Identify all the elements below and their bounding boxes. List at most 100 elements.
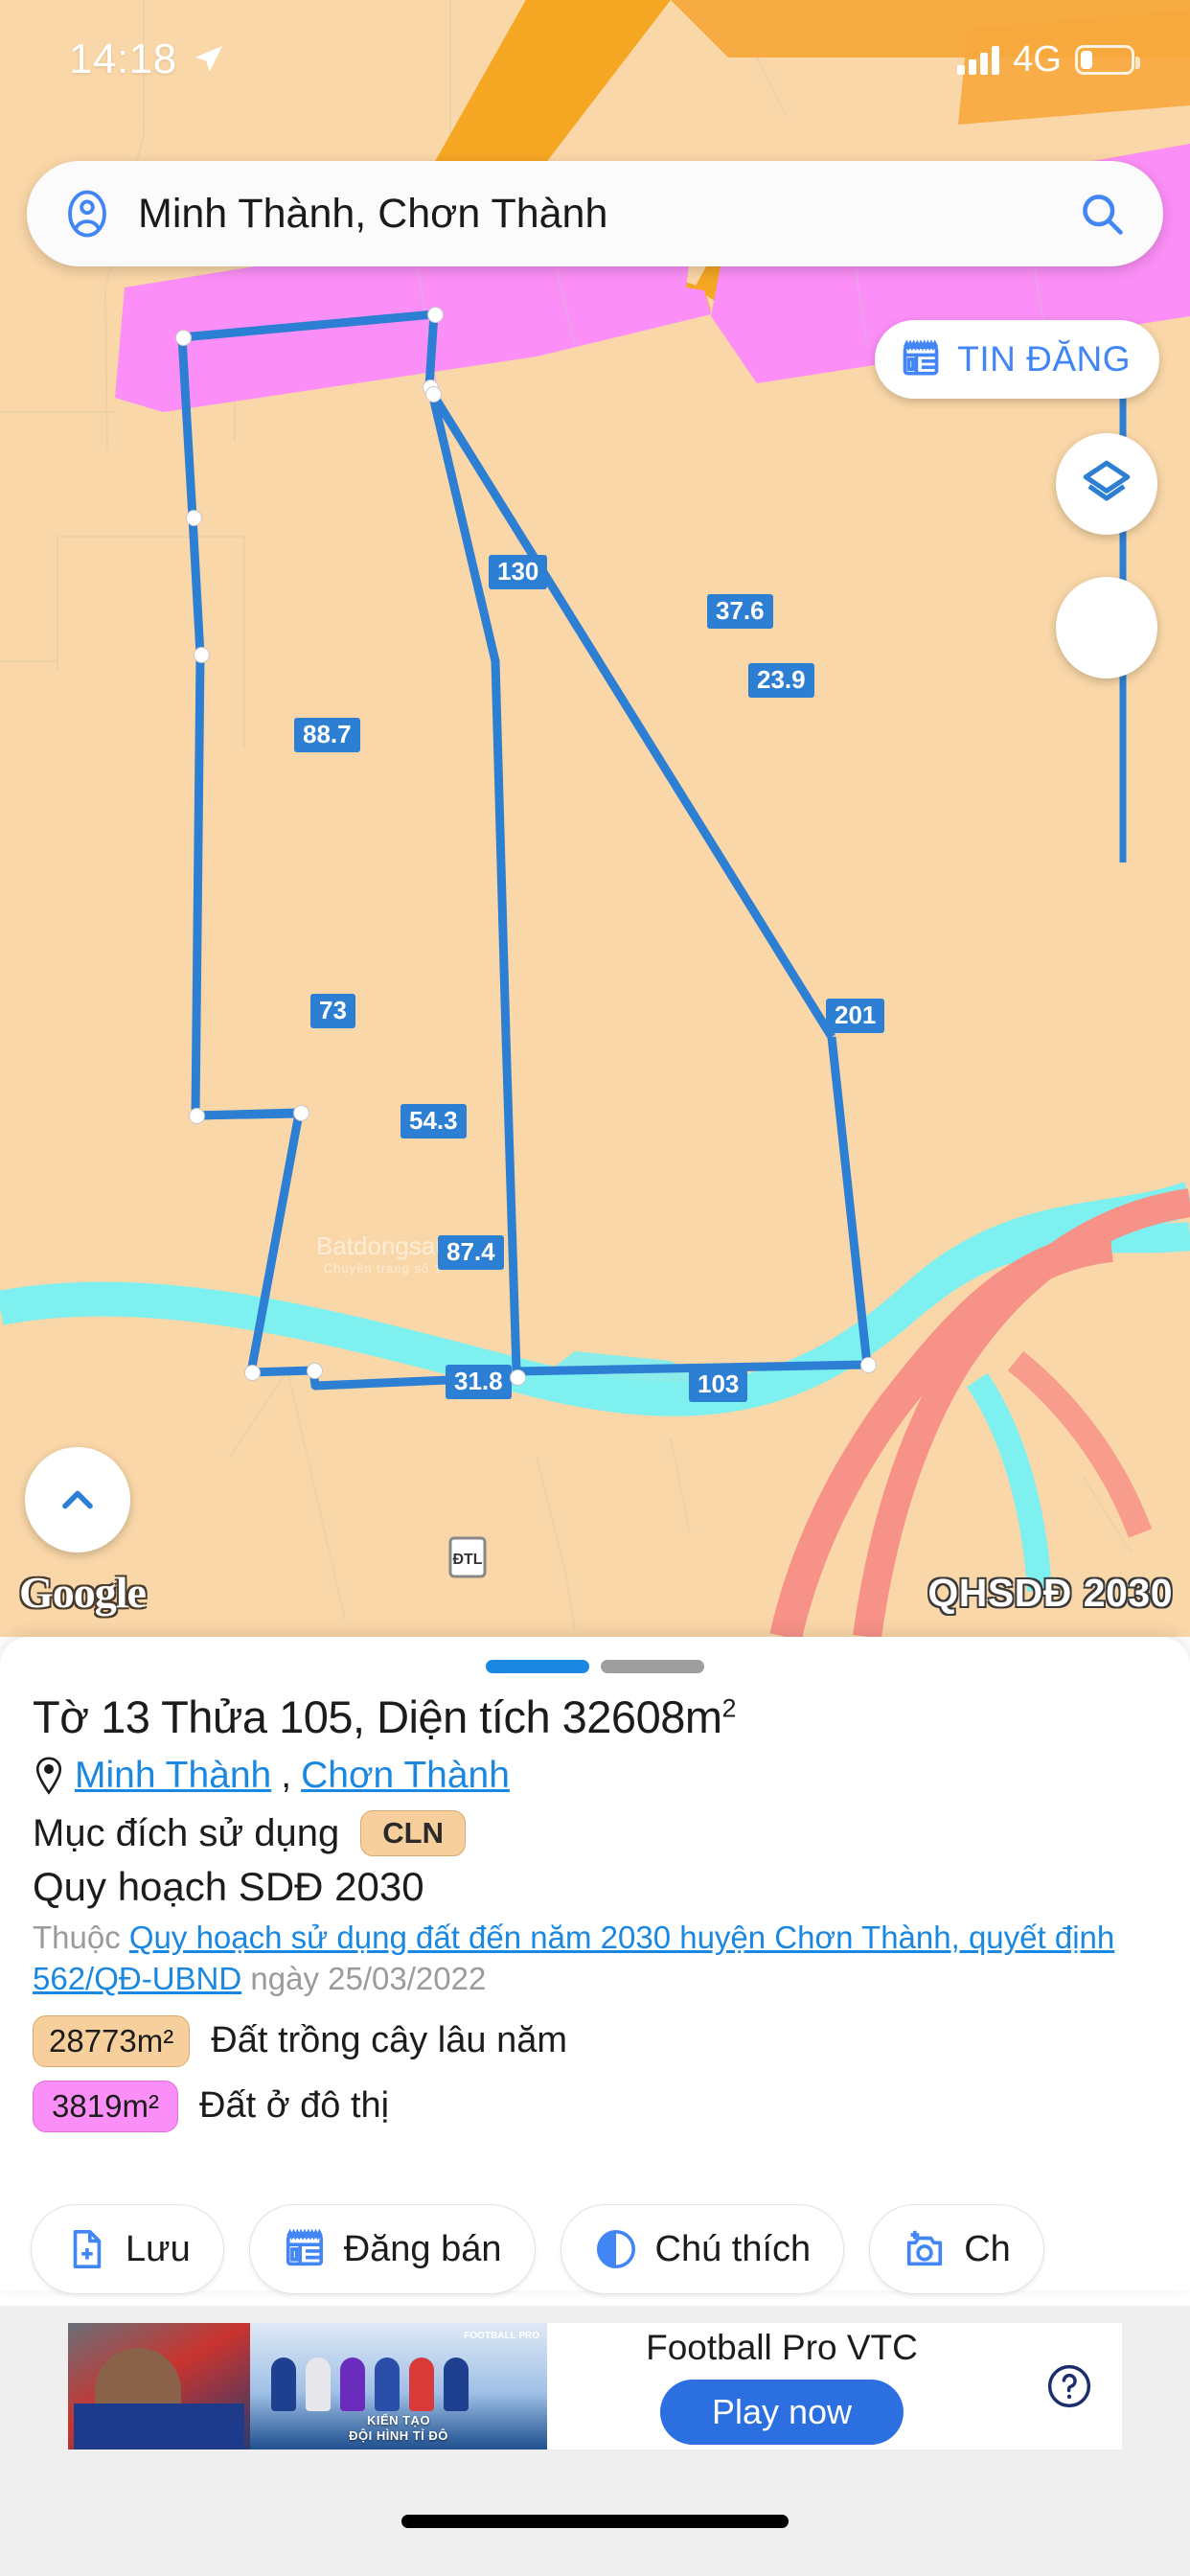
news-listing-icon — [283, 2227, 327, 2271]
polygon-vertex[interactable] — [425, 386, 442, 402]
file-plus-icon — [64, 2227, 108, 2271]
ward-link[interactable]: Minh Thành — [75, 1755, 271, 1797]
ad-cta-button[interactable]: Play now — [659, 2380, 904, 2445]
location-separator: , — [281, 1755, 292, 1796]
legend-list: 28773m² Đất trồng cây lâu năm 3819m² Đất… — [33, 2014, 1157, 2132]
action-bar: Lưu Đăng bán Chú thích Ch — [0, 2204, 1190, 2306]
location-row: Minh Thành , Chơn Thành — [33, 1755, 1157, 1797]
purpose-row: Mục đích sử dụng CLN — [33, 1810, 1157, 1856]
search-bar[interactable]: Minh Thành, Chơn Thành — [27, 161, 1163, 266]
location-arrow-icon — [193, 43, 225, 76]
news-listing-icon — [900, 338, 942, 380]
polygon-vertex[interactable] — [244, 1365, 261, 1381]
edge-length-label: 87.4 — [438, 1235, 504, 1270]
save-button[interactable]: Lưu — [31, 2204, 224, 2294]
page-title-sup: 2 — [721, 1693, 737, 1723]
map-pin-icon — [33, 1756, 65, 1796]
edge-length-label: 130 — [489, 555, 548, 589]
polygon-vertex[interactable] — [510, 1369, 526, 1386]
legend-button[interactable]: Chú thích — [560, 2204, 845, 2294]
ad-caption-line1: KIẾN TẠO — [366, 2412, 431, 2427]
edge-length-label: 37.6 — [707, 594, 773, 629]
plan-suffix: ngày 25/03/2022 — [241, 1960, 487, 1996]
polygon-vertex[interactable] — [307, 1363, 323, 1379]
legend-label: Đất trồng cây lâu năm — [211, 2020, 567, 2061]
capture-button-label: Ch — [964, 2228, 1011, 2269]
legend-label: Đất ở đô thị — [199, 2085, 390, 2127]
svg-text:ĐTL: ĐTL — [452, 1552, 482, 1568]
camera-plus-icon — [903, 2227, 947, 2271]
sheet-pager[interactable] — [0, 1637, 1190, 1673]
edge-length-label: 103 — [689, 1368, 748, 1402]
capture-button[interactable]: Ch — [869, 2204, 1044, 2294]
question-circle-icon — [1044, 2361, 1094, 2411]
account-circle-icon[interactable] — [61, 188, 113, 240]
signal-bars-icon — [957, 44, 1000, 75]
legend-item: 3819m² Đất ở đô thị — [33, 2080, 1157, 2132]
page-title-text: Tờ 13 Thửa 105, Diện tích 32608m — [33, 1691, 722, 1742]
map-overlay-label: QHSDĐ 2030 — [927, 1571, 1173, 1615]
edge-length-label: 23.9 — [748, 663, 814, 698]
edge-length-label: 88.7 — [294, 718, 360, 752]
expand-sheet-button[interactable] — [25, 1447, 130, 1552]
legend-area-badge: 3819m² — [33, 2080, 178, 2132]
ad-caption-line2: ĐỘI HÌNH TỈ ĐÔ — [349, 2427, 448, 2443]
search-input[interactable]: Minh Thành, Chơn Thành — [138, 191, 1052, 238]
post-listing-label: Đăng bán — [343, 2228, 502, 2269]
chevron-up-icon — [53, 1475, 103, 1525]
polygon-vertex[interactable] — [194, 647, 210, 663]
plan-prefix: Thuộc — [33, 1920, 129, 1955]
plan-description: Thuộc Quy hoạch sử dụng đất đến năm 2030… — [33, 1918, 1157, 2000]
tin-dang-button[interactable]: TIN ĐĂNG — [875, 320, 1159, 399]
plan-title: Quy hoạch SDĐ 2030 — [33, 1864, 424, 1909]
contrast-circle-icon — [594, 2227, 638, 2271]
polygon-vertex[interactable] — [189, 1108, 205, 1124]
plan-link[interactable]: Quy hoạch sử dụng đất đến năm 2030 huyện… — [33, 1920, 1114, 1996]
polygon-vertex[interactable] — [175, 330, 192, 346]
polygon-vertex[interactable] — [860, 1357, 877, 1373]
ad-title: Football Pro VTC — [646, 2328, 918, 2367]
pager-dot-active[interactable] — [486, 1660, 589, 1673]
app-root: ĐTL 130 37.6 23.9 88.7 73 54.3 201 87.4 … — [0, 0, 1190, 2576]
sheet-content: Tờ 13 Thửa 105, Diện tích 32608m2 Minh T… — [0, 1673, 1190, 2132]
status-bar: 14:18 4G — [0, 0, 1190, 92]
polygon-vertex[interactable] — [293, 1105, 309, 1121]
ad-brand: FOOTBALL PRO — [464, 2331, 539, 2341]
detail-sheet: Tờ 13 Thửa 105, Diện tích 32608m2 Minh T… — [0, 1637, 1190, 2290]
legend-button-label: Chú thích — [654, 2228, 812, 2269]
layers-button[interactable] — [1056, 433, 1157, 535]
status-bar-left: 14:18 — [69, 35, 225, 83]
edge-length-label: 201 — [826, 999, 885, 1033]
legend-area-badge: 28773m² — [33, 2014, 191, 2067]
layers-icon — [1079, 456, 1134, 512]
ad-info-button[interactable] — [1017, 2361, 1122, 2411]
edge-length-label: 54.3 — [400, 1104, 467, 1138]
ad-caption: KIẾN TẠO ĐỘI HÌNH TỈ ĐÔ — [250, 2413, 547, 2445]
google-attribution: Google — [19, 1568, 147, 1617]
post-listing-button[interactable]: Đăng bán — [248, 2204, 536, 2294]
edge-length-label: 73 — [310, 994, 355, 1028]
ad-image-team: FOOTBALL PRO KIẾN TẠO ĐỘI HÌNH TỈ ĐÔ — [250, 2323, 547, 2450]
edge-length-label: 31.8 — [446, 1365, 512, 1399]
ad-body: Football Pro VTC Play now — [547, 2328, 1017, 2445]
ad-image-player — [68, 2323, 250, 2450]
status-bar-right: 4G — [957, 38, 1140, 80]
ad-content[interactable]: FOOTBALL PRO KIẾN TẠO ĐỘI HÌNH TỈ ĐÔ Foo… — [68, 2323, 1122, 2450]
legend-item: 28773m² Đất trồng cây lâu năm — [33, 2014, 1157, 2067]
battery-low-icon — [1075, 44, 1140, 75]
purpose-badge: CLN — [360, 1810, 466, 1856]
tin-dang-label: TIN ĐĂNG — [957, 339, 1131, 379]
pager-dot[interactable] — [601, 1660, 704, 1673]
network-type: 4G — [1013, 38, 1062, 80]
ad-banner[interactable]: FOOTBALL PRO KIẾN TẠO ĐỘI HÌNH TỈ ĐÔ Foo… — [0, 2306, 1190, 2467]
save-button-label: Lưu — [126, 2228, 191, 2269]
polygon-vertex[interactable] — [186, 510, 202, 526]
page-title: Tờ 13 Thửa 105, Diện tích 32608m2 — [33, 1690, 1157, 1743]
search-icon[interactable] — [1077, 189, 1127, 239]
home-indicator[interactable] — [401, 2515, 789, 2528]
home-indicator-bar — [0, 2467, 1190, 2576]
purpose-label: Mục đích sử dụng — [33, 1811, 340, 1854]
locate-button[interactable] — [1056, 577, 1157, 678]
district-link[interactable]: Chơn Thành — [301, 1755, 510, 1797]
polygon-vertex[interactable] — [427, 307, 444, 323]
